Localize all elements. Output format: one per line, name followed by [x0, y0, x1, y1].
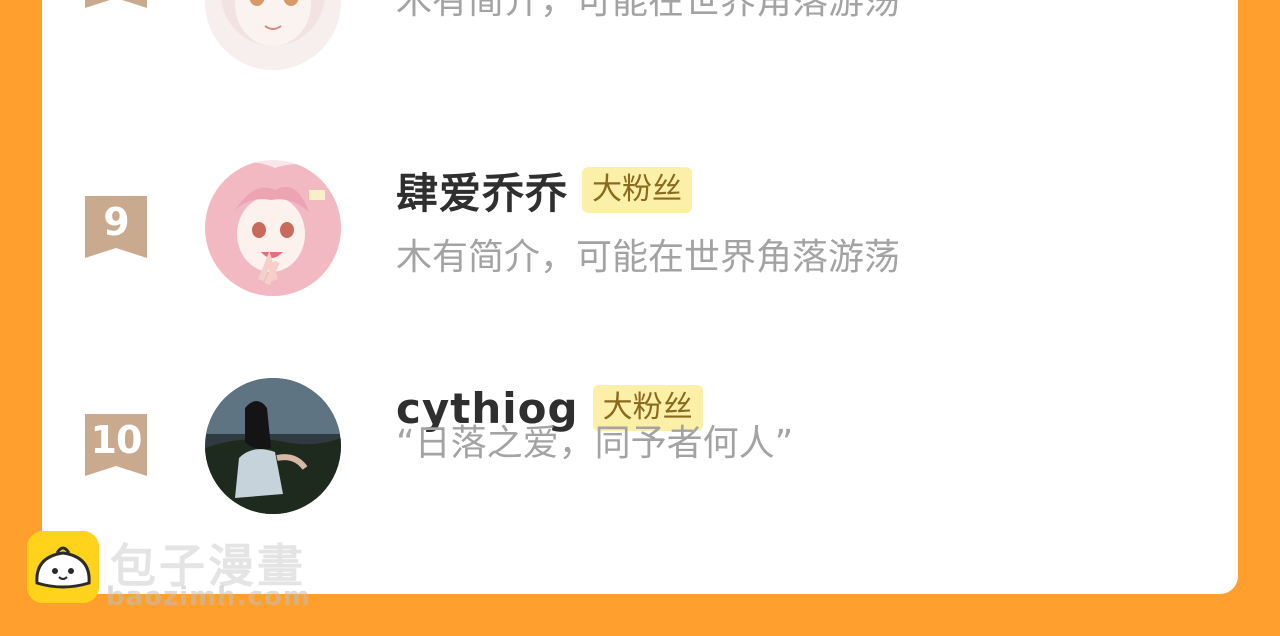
anime-girl-avatar-icon: [205, 0, 341, 70]
dark-photo-avatar-icon: [205, 378, 341, 514]
list-item[interactable]: 9 肆爱乔乔 大粉丝 木有简介，可能在世界角落游荡: [42, 156, 1238, 296]
avatar[interactable]: [205, 378, 341, 514]
anime-girl-avatar-icon: [205, 160, 341, 296]
ribbon-icon: [85, 0, 147, 8]
watermark-url: baozimh.com: [106, 582, 311, 612]
rank-badge: 9: [85, 196, 147, 260]
fan-level-tag: 大粉丝: [582, 167, 693, 213]
list-item[interactable]: 10 cythiog 大粉丝 “日落之爱，同予者何人”: [42, 374, 1238, 514]
avatar[interactable]: [205, 160, 341, 296]
rank-badge: 10: [85, 414, 147, 478]
bio-text: “日落之爱，同予者何人”: [396, 423, 794, 464]
rank-number: 10: [90, 418, 143, 462]
avatar[interactable]: [205, 0, 341, 70]
bio-text: 木有简介，可能在世界角落游荡: [396, 237, 901, 278]
bun-logo-icon: [27, 531, 99, 603]
bio-text: 木有简介，可能在世界角落游荡: [396, 0, 901, 22]
list-item[interactable]: 8 木有简介，可能在世界角落游荡: [42, 0, 1238, 70]
fan-ranking-card: 8 木有简介，可能在世界角落游荡 9: [42, 0, 1238, 594]
user-name[interactable]: 肆爱乔乔: [396, 160, 568, 221]
name-line: 肆爱乔乔 大粉丝: [396, 160, 693, 221]
rank-number: 9: [103, 200, 129, 244]
rank-badge: 8: [85, 0, 147, 10]
